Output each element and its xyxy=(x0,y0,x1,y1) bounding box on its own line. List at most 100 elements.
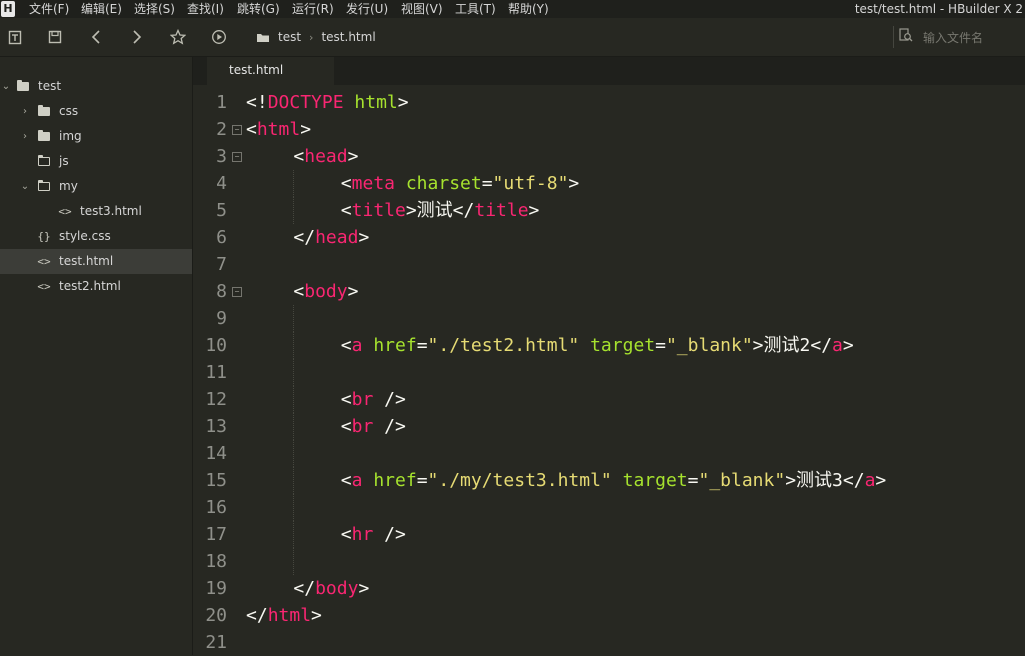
project-folder-icon xyxy=(16,74,30,99)
line-number: 6 xyxy=(216,227,227,248)
code-line[interactable]: 10 <a href="./test2.html" target="_blank"… xyxy=(193,332,1025,359)
menu-view[interactable]: 视图(V) xyxy=(401,1,443,17)
code-line[interactable]: 18 xyxy=(193,548,1025,575)
code-text: <br /> xyxy=(341,413,406,440)
tree-item-label: test3.html xyxy=(80,204,142,218)
code-line[interactable]: 11 xyxy=(193,359,1025,386)
fold-toggle-icon[interactable]: − xyxy=(232,125,242,135)
code-token: title xyxy=(351,200,406,221)
code-token: 测试3 xyxy=(796,470,843,491)
code-line[interactable]: 20 </html> xyxy=(193,602,1025,629)
tree-item-label: test.html xyxy=(59,254,114,268)
menu-goto[interactable]: 跳转(G) xyxy=(237,1,280,17)
menu-tools[interactable]: 工具(T) xyxy=(455,1,496,17)
code-line[interactable]: 21 xyxy=(193,629,1025,656)
code-token: > xyxy=(528,200,540,221)
chevron-right-icon[interactable]: › xyxy=(20,124,30,149)
line-number: 17 xyxy=(205,524,227,545)
run-icon[interactable] xyxy=(207,18,231,56)
code-token: body xyxy=(315,578,359,599)
code-line[interactable]: 3− <head> xyxy=(193,143,1025,170)
line-number: 15 xyxy=(205,470,227,491)
fold-toggle-icon[interactable]: − xyxy=(232,152,242,162)
tree-item-project-test[interactable]: ⌄ test xyxy=(0,74,192,99)
code-line[interactable]: 12 <br /> xyxy=(193,386,1025,413)
code-line[interactable]: 1 <!DOCTYPE html> xyxy=(193,89,1025,116)
chevron-right-icon[interactable]: › xyxy=(20,99,30,124)
line-number: 18 xyxy=(205,551,227,572)
tree-item-css[interactable]: › css xyxy=(0,99,192,124)
breadcrumb: test › test.html xyxy=(256,18,376,56)
code-line[interactable]: 15 <a href="./my/test3.html" target="_bla… xyxy=(193,467,1025,494)
new-file-icon[interactable] xyxy=(3,18,27,56)
code-token: > xyxy=(358,227,370,248)
line-number: 2 xyxy=(216,119,227,140)
code-token: < xyxy=(340,524,352,545)
folder-icon xyxy=(37,99,51,124)
code-line[interactable]: 13 <br /> xyxy=(193,413,1025,440)
menu-edit[interactable]: 编辑(E) xyxy=(81,1,122,17)
file-search-input[interactable]: 输入文件名 xyxy=(893,26,1025,48)
code-token: meta xyxy=(351,173,395,194)
menu-help[interactable]: 帮助(Y) xyxy=(508,1,549,17)
code-line[interactable]: 6 </head> xyxy=(193,224,1025,251)
menu-select[interactable]: 选择(S) xyxy=(134,1,175,17)
code-token: </ xyxy=(452,200,475,221)
code-token: = xyxy=(481,173,493,194)
code-token: /> xyxy=(373,524,406,545)
tree-item-my[interactable]: ⌄ my xyxy=(0,174,192,199)
editor-tab-bar: test.html xyxy=(193,57,1025,85)
code-line[interactable]: 19 </body> xyxy=(193,575,1025,602)
tab-test-html[interactable]: test.html xyxy=(207,57,334,85)
toolbar: test › test.html 输入文件名 xyxy=(0,18,1025,57)
tree-item-test3-html[interactable]: <> test3.html xyxy=(0,199,192,224)
code-token: <! xyxy=(246,92,268,113)
breadcrumb-item-test[interactable]: test xyxy=(278,30,301,44)
code-token: = xyxy=(687,470,699,491)
chevron-down-icon[interactable]: ⌄ xyxy=(20,174,30,199)
code-line[interactable]: 4 <meta charset="utf-8"> xyxy=(193,170,1025,197)
tree-item-label: js xyxy=(59,154,69,168)
forward-icon[interactable] xyxy=(125,18,149,56)
breadcrumb-item-file[interactable]: test.html xyxy=(321,30,375,44)
code-line[interactable]: 5 <title>测试</title> xyxy=(193,197,1025,224)
menu-publish[interactable]: 发行(U) xyxy=(346,1,388,17)
back-icon[interactable] xyxy=(84,18,108,56)
star-icon[interactable] xyxy=(166,18,190,56)
tree-item-img[interactable]: › img xyxy=(0,124,192,149)
code-token: < xyxy=(340,389,352,410)
code-editor[interactable]: 1 <!DOCTYPE html> 2− <html> 3− <head> 4 <meta c… xyxy=(193,85,1025,655)
tree-item-js[interactable]: js xyxy=(0,149,192,174)
chevron-down-icon[interactable]: ⌄ xyxy=(1,74,11,99)
code-line[interactable]: 8− <body> xyxy=(193,278,1025,305)
indent-guide xyxy=(293,548,295,575)
code-line[interactable]: 17 <hr /> xyxy=(193,521,1025,548)
line-number: 21 xyxy=(205,632,227,653)
tree-item-test2-html[interactable]: <> test2.html xyxy=(0,274,192,299)
code-token: /> xyxy=(373,416,406,437)
code-line[interactable]: 14 xyxy=(193,440,1025,467)
line-number: 14 xyxy=(205,443,227,464)
save-icon[interactable] xyxy=(43,18,67,56)
code-token: > xyxy=(397,92,409,113)
menu-find[interactable]: 查找(I) xyxy=(187,1,224,17)
code-line[interactable]: 9 xyxy=(193,305,1025,332)
fold-toggle-icon[interactable]: − xyxy=(232,287,242,297)
tree-item-test-html[interactable]: <> test.html xyxy=(0,249,192,274)
code-token: "./my/test3.html" xyxy=(427,470,612,491)
menu-file[interactable]: 文件(F) xyxy=(29,1,69,17)
tree-item-style-css[interactable]: {} style.css xyxy=(0,224,192,249)
code-line[interactable]: 16 xyxy=(193,494,1025,521)
code-token: href xyxy=(373,470,417,491)
code-token: < xyxy=(293,146,305,167)
code-token: > xyxy=(568,173,580,194)
indent-guide xyxy=(293,413,295,440)
code-token: a xyxy=(832,335,843,356)
code-line[interactable]: 2− <html> xyxy=(193,116,1025,143)
code-line[interactable]: 7 xyxy=(193,251,1025,278)
code-token: title xyxy=(474,200,529,221)
menu-run[interactable]: 运行(R) xyxy=(292,1,334,17)
